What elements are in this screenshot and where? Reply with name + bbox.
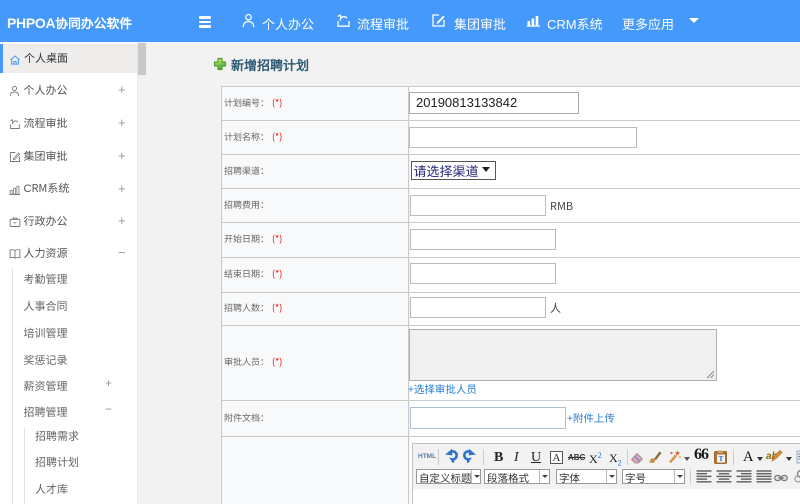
svg-text:T: T — [718, 454, 723, 463]
